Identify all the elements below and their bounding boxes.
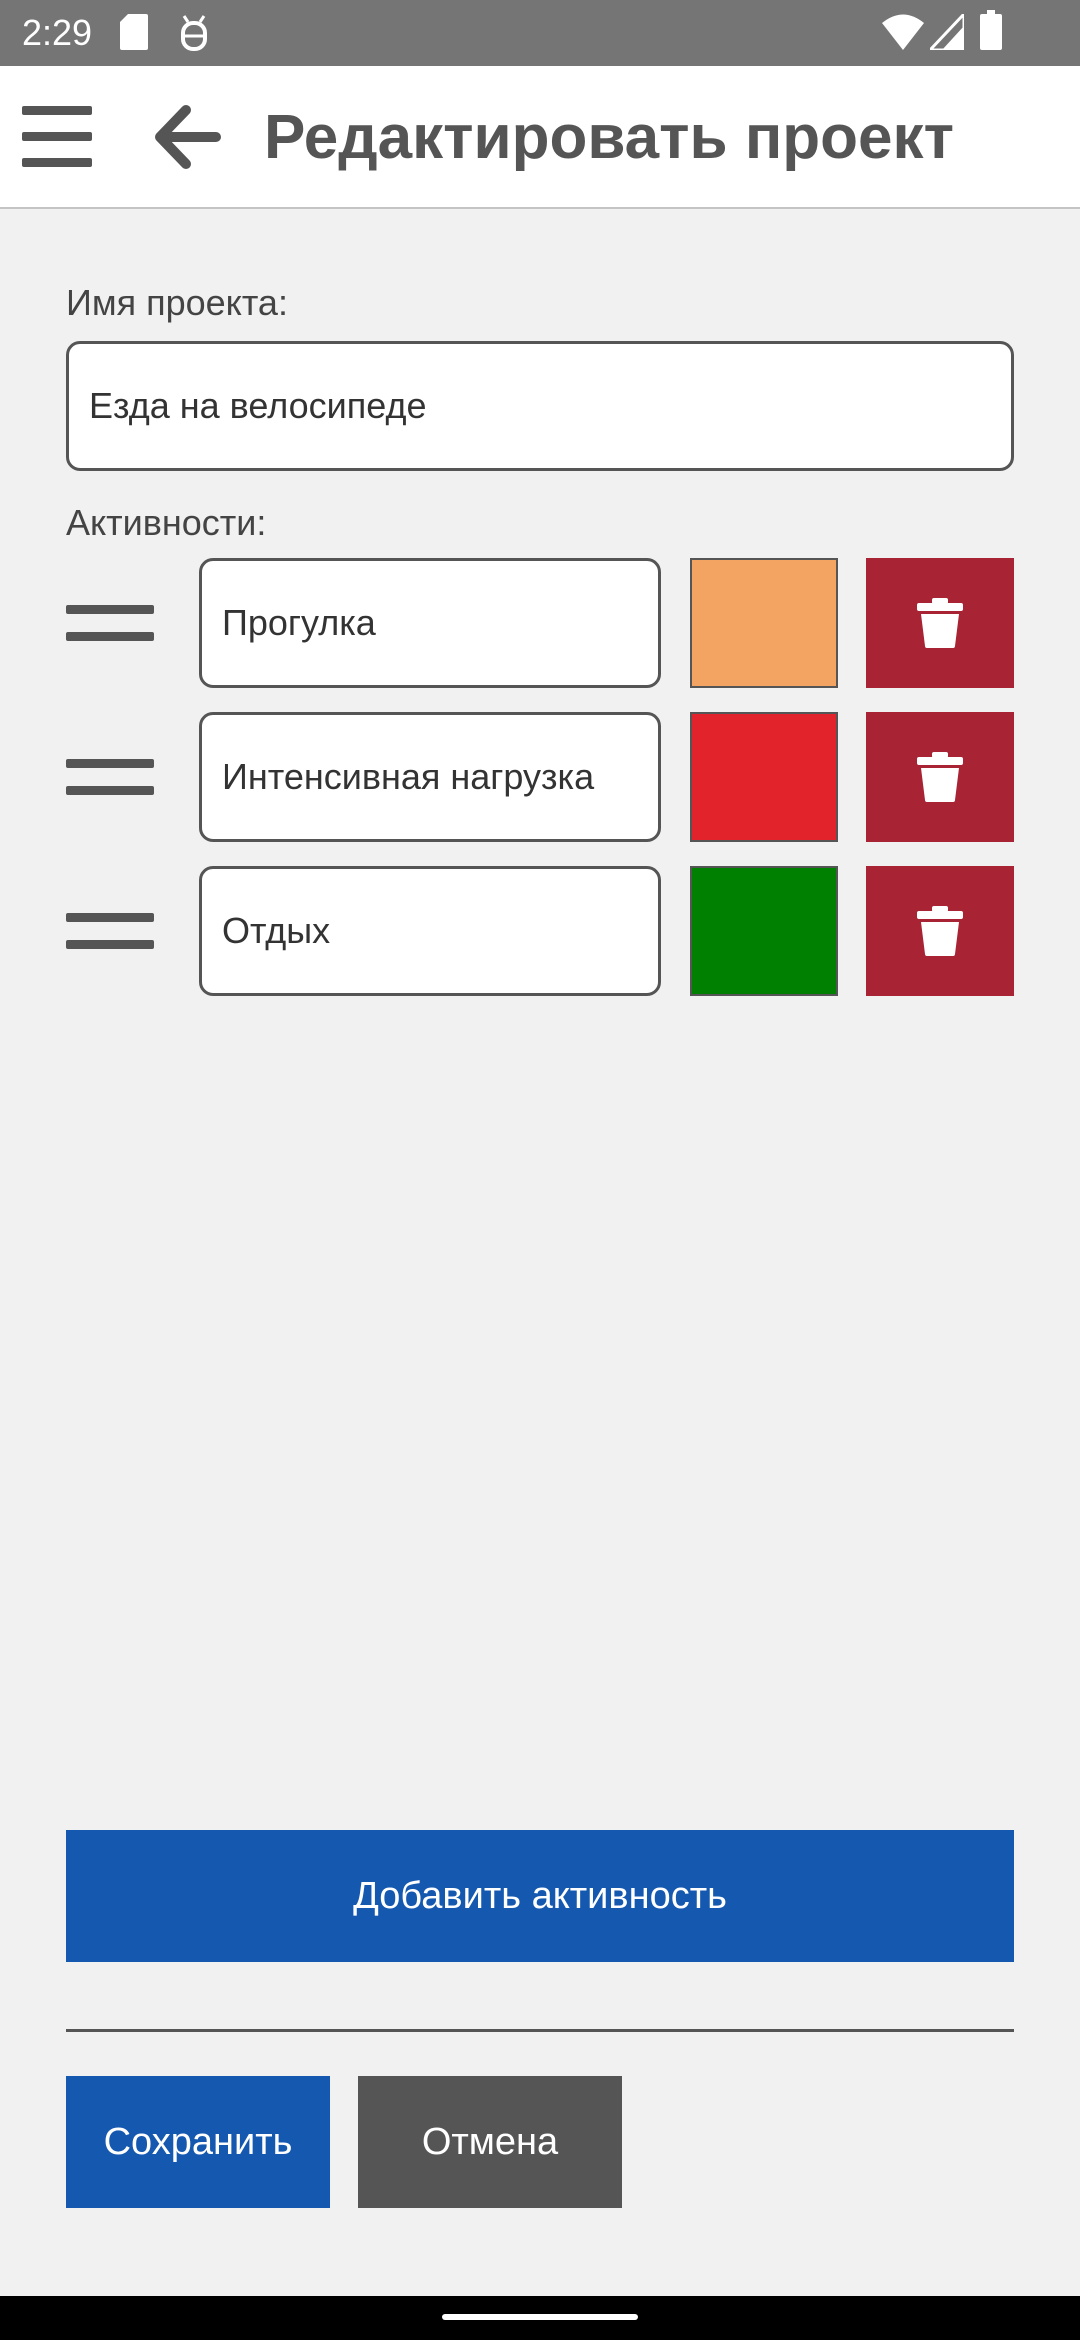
drag-handle-icon[interactable] — [66, 756, 154, 800]
cell-signal-icon — [926, 10, 966, 55]
trash-icon — [917, 906, 963, 956]
battery-icon — [980, 10, 1002, 55]
trash-icon — [917, 598, 963, 648]
project-name-label: Имя проекта: — [66, 282, 288, 323]
sd-card-icon — [120, 14, 148, 55]
drag-handle-icon[interactable] — [66, 910, 154, 954]
app-bar: Редактировать проект — [0, 66, 1080, 209]
delete-activity-button[interactable] — [866, 712, 1014, 842]
activity-color-swatch[interactable] — [690, 558, 838, 688]
cancel-button[interactable]: Отмена — [358, 2076, 622, 2208]
trash-icon — [917, 752, 963, 802]
back-button[interactable] — [152, 104, 222, 170]
divider — [66, 2029, 1014, 2032]
activity-name-input[interactable] — [199, 712, 661, 842]
activity-name-input[interactable] — [199, 558, 661, 688]
debug-icon — [178, 14, 210, 57]
project-name-input[interactable] — [66, 341, 1014, 471]
menu-button[interactable] — [18, 102, 96, 172]
add-activity-button[interactable]: Добавить активность — [66, 1830, 1014, 1962]
activity-name-input[interactable] — [199, 866, 661, 996]
home-indicator[interactable] — [442, 2314, 638, 2320]
activity-color-swatch[interactable] — [690, 866, 838, 996]
status-bar: 2:29 — [0, 0, 1080, 66]
hamburger-menu-icon — [22, 106, 92, 167]
drag-handle-icon[interactable] — [66, 602, 154, 646]
system-nav-bar — [0, 2296, 1080, 2340]
activity-color-swatch[interactable] — [690, 712, 838, 842]
wifi-icon — [882, 14, 924, 55]
save-button[interactable]: Сохранить — [66, 2076, 330, 2208]
delete-activity-button[interactable] — [866, 866, 1014, 996]
page-title: Редактировать проект — [264, 103, 954, 172]
activities-label: Активности: — [66, 502, 267, 543]
arrow-back-icon — [155, 105, 221, 169]
delete-activity-button[interactable] — [866, 558, 1014, 688]
status-time: 2:29 — [22, 12, 93, 53]
